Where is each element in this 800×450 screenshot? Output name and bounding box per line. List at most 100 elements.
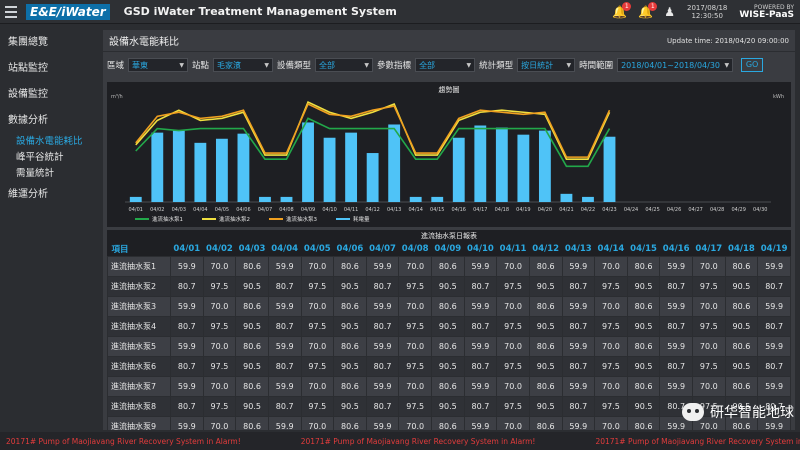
x-tick-label: 04/06	[236, 207, 250, 213]
column-header[interactable]: 04/18	[725, 242, 758, 256]
sidebar-item-site-monitor[interactable]: 站點監控	[0, 56, 98, 82]
table-cell: 70.0	[398, 375, 432, 397]
table-cell: 80.6	[724, 255, 759, 277]
table-cell: 97.5	[202, 315, 237, 337]
column-header[interactable]: 04/19	[757, 242, 791, 256]
column-header[interactable]: 04/02	[203, 242, 236, 256]
table-row: 進流抽水泵6 80.7 97.5 90.5 80.7 97.5 90.5 80.7 97.5 90…	[107, 355, 791, 377]
table-cell: 90.5	[528, 275, 563, 297]
column-header[interactable]: 04/09	[431, 242, 465, 256]
x-tick-label: 04/26	[667, 207, 681, 213]
chevron-down-icon: ▼	[179, 61, 185, 69]
sidebar: 集團總覽 站點監控 設備監控 數據分析 設備水電能耗比 峰平谷統計 需量統計 維…	[0, 24, 98, 432]
sidebar-sub-peak-valley[interactable]: 峰平谷統計	[0, 150, 98, 166]
device-type-select[interactable]: 全部 ▼	[315, 58, 374, 72]
column-header[interactable]: 04/14	[594, 242, 628, 256]
column-header[interactable]: 04/11	[496, 242, 530, 256]
table-cell: 70.0	[594, 255, 628, 277]
table-cell: 70.0	[594, 375, 628, 397]
hamburger-menu-icon[interactable]	[0, 0, 22, 24]
notification-bell-icon[interactable]: 🔔 1	[612, 2, 632, 19]
table-cell: 59.9	[170, 295, 204, 317]
site-select[interactable]: 毛家濱 ▼	[213, 58, 274, 72]
go-button[interactable]: GO	[741, 58, 764, 72]
table-cell: 80.6	[431, 335, 465, 357]
table-cell: 59.9	[365, 335, 400, 357]
row-label: 進流抽水泵7	[107, 375, 171, 397]
table-cell: 70.0	[594, 295, 628, 317]
row-label: 進流抽水泵4	[107, 315, 171, 337]
column-header[interactable]: 04/04	[268, 242, 301, 256]
chart-bar	[172, 130, 185, 202]
table-cell: 70.0	[692, 335, 726, 357]
table-cell: 90.5	[626, 275, 661, 297]
column-header[interactable]: 04/10	[464, 242, 497, 256]
sidebar-item-group-overview[interactable]: 集團總覽	[0, 30, 98, 56]
table-row: 進流抽水泵5 59.9 70.0 80.6 59.9 70.0 80.6 59.9 70.0 80…	[107, 335, 791, 357]
param-value: 全部	[419, 60, 436, 70]
trend-chart-svg: 趨勢圖 m³/h kWh 04/01 04/02 04/03 04/04 04/05 04/06…	[111, 85, 784, 223]
table-cell: 70.0	[496, 335, 530, 357]
chart-bar	[538, 130, 551, 202]
datetime: 2017/08/18 12:30:50	[687, 4, 727, 20]
table-cell: 70.0	[300, 415, 335, 430]
column-header[interactable]: 04/06	[333, 242, 367, 256]
table-cell: 80.6	[333, 255, 367, 277]
panel-header: 設備水電能耗比 Update time: 2018/04/20 09:00:00	[103, 30, 795, 52]
table-cell: 90.5	[528, 395, 563, 417]
table-cell: 90.5	[626, 395, 661, 417]
column-header[interactable]: 04/15	[627, 242, 660, 256]
row-label: 進流抽水泵9	[107, 415, 171, 430]
table-row: 進流抽水泵3 59.9 70.0 80.6 59.9 70.0 80.6 59.9 70.0 80…	[107, 295, 791, 317]
user-icon[interactable]: ♟	[664, 5, 675, 19]
sidebar-sub-energy-ratio[interactable]: 設備水電能耗比	[0, 134, 98, 150]
param-select[interactable]: 全部 ▼	[415, 58, 476, 72]
sidebar-item-data-analysis[interactable]: 數據分析	[0, 108, 98, 134]
column-header[interactable]: 04/07	[366, 242, 399, 256]
table-cell: 59.9	[659, 375, 693, 397]
row-label: 進流抽水泵2	[107, 275, 171, 297]
row-label: 進流抽水泵6	[107, 355, 171, 377]
table-cell: 80.7	[267, 275, 302, 297]
alarm-message[interactable]: 20171# Pump of Maojiavang River Recovery…	[6, 437, 241, 446]
x-tick-label: 04/08	[279, 207, 293, 213]
table-cell: 59.9	[659, 335, 693, 357]
x-tick-label: 04/01	[129, 207, 143, 213]
column-header[interactable]: 04/01	[170, 242, 204, 256]
column-header[interactable]: 04/03	[235, 242, 269, 256]
table-cell: 80.7	[170, 355, 204, 377]
column-header[interactable]: 04/17	[692, 242, 726, 256]
param-label: 參數指標	[377, 61, 412, 71]
sidebar-item-device-monitor[interactable]: 設備監控	[0, 82, 98, 108]
alarm-bell-icon[interactable]: 🔔 1	[638, 2, 658, 19]
column-header[interactable]: 04/05	[301, 242, 334, 256]
alarm-message[interactable]: 20171# Pump of Maojiavang River Recovery…	[595, 437, 800, 446]
chart-bar	[323, 137, 336, 202]
legend-label: 耗電量	[353, 216, 370, 223]
table-cell: 80.7	[463, 275, 498, 297]
region-select[interactable]: 華東 ▼	[128, 58, 189, 72]
table-cell: 80.6	[235, 295, 269, 317]
column-header[interactable]: 04/08	[398, 242, 432, 256]
table-cell: 59.9	[561, 375, 596, 397]
legend-label: 進流抽水泵1	[152, 215, 183, 223]
column-header[interactable]: 04/13	[562, 242, 595, 256]
chart-bar	[129, 196, 142, 202]
table-cell: 80.6	[431, 375, 465, 397]
table-cell: 97.5	[594, 355, 628, 377]
sidebar-sub-demand[interactable]: 需量統計	[0, 166, 98, 182]
top-bar: E&E/iWater GSD iWater Treatment Manageme…	[0, 0, 800, 24]
platform-name: WISE-PaaS	[739, 10, 794, 20]
table-cell: 80.7	[267, 355, 302, 377]
date-range-picker[interactable]: 2018/04/01~2018/04/30 ▼	[617, 58, 734, 72]
stat-type-select[interactable]: 按日統計 ▼	[517, 58, 576, 72]
trend-chart: 趨勢圖 m³/h kWh 04/01 04/02 04/03 04/04 04/05 04/06…	[107, 82, 791, 227]
column-header[interactable]: 04/12	[529, 242, 562, 256]
alarm-message[interactable]: 20171# Pump of Maojiavang River Recovery…	[301, 437, 536, 446]
chevron-down-icon: ▼	[264, 61, 270, 69]
sidebar-item-maintenance[interactable]: 維運分析	[0, 182, 98, 208]
column-header[interactable]: 04/16	[659, 242, 693, 256]
table-cell: 80.7	[463, 355, 498, 377]
table-cell: 80.7	[365, 395, 400, 417]
table-cell: 80.6	[528, 415, 563, 430]
